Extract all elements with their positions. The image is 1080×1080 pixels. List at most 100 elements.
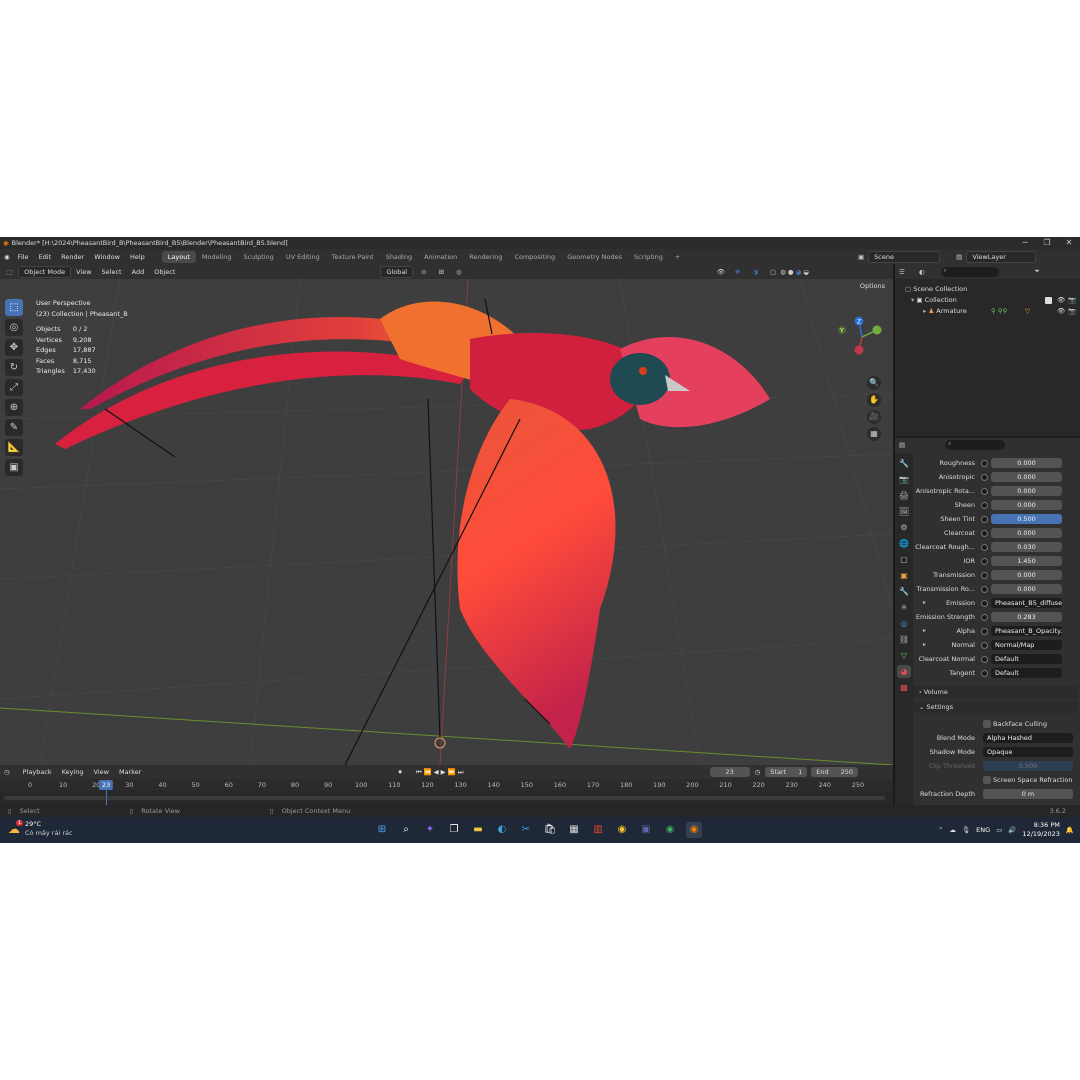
axis-gizmo[interactable]: Z Y <box>837 312 887 372</box>
display-mode-icon[interactable]: ◐ <box>919 268 925 276</box>
outliner-item-scene-collection[interactable]: ▢ Scene Collection <box>905 284 1080 295</box>
record-icon[interactable]: ⏺ <box>398 768 401 777</box>
move-tool-icon[interactable]: ✥ <box>5 339 23 356</box>
zoom-icon[interactable]: 🔍 <box>867 376 881 390</box>
add-workspace-button[interactable]: + <box>669 251 686 263</box>
view-layer-tab-icon[interactable]: 🖼 <box>897 505 911 518</box>
collection-tab-icon[interactable]: ▢ <box>897 553 911 566</box>
backface-culling-checkbox[interactable] <box>983 720 991 728</box>
scene-tab-icon[interactable]: ⚙ <box>897 521 911 534</box>
file-explorer-icon[interactable]: ▬ <box>470 822 486 838</box>
blender-menu-icon[interactable]: ◉ <box>4 253 10 261</box>
refraction-depth-value[interactable]: 0 m <box>983 789 1073 799</box>
outliner-editor-icon[interactable]: ☰ <box>899 268 905 276</box>
menu-keying[interactable]: Keying <box>57 767 89 777</box>
blend-mode-row[interactable]: Blend Mode Alpha Hashed <box>913 733 1080 744</box>
tab-layout[interactable]: Layout <box>161 250 196 263</box>
clock-time[interactable]: 8:36 PM <box>1022 821 1060 830</box>
socket-icon[interactable] <box>981 656 988 663</box>
property-value[interactable]: 0.030 <box>991 542 1062 552</box>
particles-tab-icon[interactable]: ✳ <box>897 601 911 614</box>
store-icon[interactable]: 🛍 <box>542 822 558 838</box>
photos-icon[interactable]: ▦ <box>566 822 582 838</box>
tab-texture-paint[interactable]: Texture Paint <box>326 251 380 263</box>
measure-tool-icon[interactable]: 📐 <box>5 439 23 456</box>
socket-icon[interactable] <box>981 586 988 593</box>
property-emission-strength[interactable]: Emission Strength 0.283 <box>913 612 1080 623</box>
scale-tool-icon[interactable]: ⤢ <box>5 379 23 396</box>
menu-marker[interactable]: Marker <box>114 767 146 777</box>
property-value[interactable]: Default <box>991 654 1062 664</box>
outliner-search-icon[interactable]: ⌕ <box>940 266 999 277</box>
property-value[interactable]: 0.000 <box>991 570 1062 580</box>
property-value[interactable]: 0.000 <box>991 584 1062 594</box>
pan-hand-icon[interactable]: ✋ <box>867 393 881 407</box>
teams-icon[interactable]: ▣ <box>638 822 654 838</box>
expand-arrow-icon[interactable]: ▾ <box>911 296 914 304</box>
outliner-item-collection[interactable]: ▾ ▣ Collection 👁 📷 <box>905 295 1080 306</box>
property-sheen-tint[interactable]: Sheen Tint 0.500 <box>913 514 1080 525</box>
texture-tab-icon[interactable]: ▩ <box>897 681 911 694</box>
volume-section-header[interactable]: › Volume <box>913 686 1078 698</box>
xray-icon[interactable]: ▢ <box>770 268 776 276</box>
onedrive-icon[interactable]: ☁ <box>949 826 956 834</box>
menu-playback[interactable]: Playback <box>18 767 57 777</box>
rotate-tool-icon[interactable]: ↻ <box>5 359 23 376</box>
property-value[interactable]: 0.000 <box>991 500 1062 510</box>
filter-icon[interactable]: ⏷ <box>1035 267 1040 276</box>
property-anisotropic-rotation[interactable]: Anisotropic Rota... 0.000 <box>913 486 1080 497</box>
edge-browser-icon[interactable]: ◐ <box>494 822 510 838</box>
menu-render[interactable]: Render <box>56 253 89 261</box>
property-tangent[interactable]: Tangent Default <box>913 668 1080 679</box>
menu-select[interactable]: Select <box>97 267 127 277</box>
tab-shading[interactable]: Shading <box>380 251 418 263</box>
current-frame-field[interactable]: 23 <box>709 767 750 777</box>
shading-wireframe-icon[interactable]: ◍ <box>780 268 786 276</box>
menu-timeline-view[interactable]: View <box>89 767 114 777</box>
timeline-area[interactable]: 0 10 20 30 40 50 60 70 80 90 100 110 120 130 140 150 160… <box>0 779 893 805</box>
property-value[interactable]: 0.000 <box>991 528 1062 538</box>
tool-tab-icon[interactable]: 🔧 <box>897 457 911 470</box>
socket-icon[interactable] <box>981 488 988 495</box>
socket-icon[interactable] <box>981 516 988 523</box>
language-indicator[interactable]: ENG <box>976 826 990 834</box>
shading-solid-icon[interactable]: ● <box>788 268 794 276</box>
exclude-checkbox[interactable] <box>1045 297 1052 304</box>
pivot-icon[interactable]: ⊙ <box>421 268 426 276</box>
play-icon[interactable]: ▶ <box>441 768 446 776</box>
timeline-scrollbar[interactable] <box>4 796 885 800</box>
blend-mode-select[interactable]: Alpha Hashed <box>983 733 1073 743</box>
socket-icon[interactable] <box>981 572 988 579</box>
ssr-row[interactable]: Screen Space Refraction <box>913 775 1080 786</box>
property-normal[interactable]: ▸ Normal Normal/Map <box>913 640 1080 651</box>
property-value[interactable]: 0.000 <box>991 486 1062 496</box>
material-tab-icon[interactable]: ◕ <box>897 665 911 678</box>
property-clearcoat-normal[interactable]: Clearcoat Normal Default <box>913 654 1080 665</box>
proportional-edit-icon[interactable]: ◎ <box>456 268 462 276</box>
weather-widget[interactable]: ☁ 1 29°C Có mây rải rác <box>8 820 73 838</box>
maximize-button[interactable]: ❐ <box>1036 237 1058 249</box>
snipping-tool-icon[interactable]: ✂ <box>518 822 534 838</box>
eye-icon[interactable]: 👁 <box>1057 306 1065 317</box>
socket-icon[interactable] <box>981 558 988 565</box>
socket-icon[interactable] <box>981 474 988 481</box>
property-value[interactable]: 0.000 <box>991 472 1062 482</box>
menu-object[interactable]: Object <box>149 267 180 277</box>
visibility-icon[interactable]: 👁 <box>717 268 725 276</box>
prev-keyframe-icon[interactable]: ⏪ <box>424 768 432 776</box>
start-menu-icon[interactable]: ⊞ <box>374 822 390 838</box>
cursor-tool-icon[interactable]: ◎ <box>5 319 23 336</box>
next-keyframe-icon[interactable]: ⏩ <box>448 768 456 776</box>
physics-tab-icon[interactable]: ◎ <box>897 617 911 630</box>
socket-icon[interactable] <box>981 460 988 467</box>
view-layer-selector[interactable]: ViewLayer <box>966 251 1037 263</box>
property-transmission-roughness[interactable]: Transmission Ro... 0.000 <box>913 584 1080 595</box>
socket-icon[interactable] <box>981 670 988 677</box>
navigation-gizmo[interactable]: Z Y 🔍 ✋ 🎥 ▦ <box>837 312 887 442</box>
refraction-depth-row[interactable]: Refraction Depth 0 m <box>913 789 1080 800</box>
jump-end-icon[interactable]: ⏭ <box>458 768 464 777</box>
menu-add[interactable]: Add <box>127 267 150 277</box>
property-transmission[interactable]: Transmission 0.000 <box>913 570 1080 581</box>
tab-scripting[interactable]: Scripting <box>628 251 669 263</box>
expand-arrow-icon[interactable]: ▸ <box>923 599 926 606</box>
